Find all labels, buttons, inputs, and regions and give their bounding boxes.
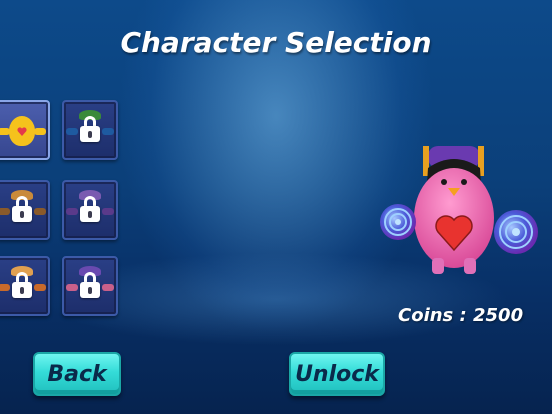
character-slot-yellow[interactable] xyxy=(0,100,50,160)
character-slot-orange[interactable] xyxy=(0,256,50,316)
lock-icon xyxy=(12,196,32,222)
character-slot-pink[interactable] xyxy=(62,256,118,316)
right-orb xyxy=(494,210,538,254)
body xyxy=(414,168,494,268)
lock-icon xyxy=(80,116,100,142)
page-title: Character Selection xyxy=(120,26,432,59)
character-slot-green[interactable] xyxy=(62,100,118,160)
coins-counter: Coins : 2500 xyxy=(398,305,524,326)
unlock-button[interactable]: Unlock xyxy=(289,352,385,396)
back-button[interactable]: Back xyxy=(33,352,121,396)
lock-icon xyxy=(80,196,100,222)
lock-icon xyxy=(12,272,32,298)
character-slot-brown[interactable] xyxy=(0,180,50,240)
character-slot-purple[interactable] xyxy=(62,180,118,240)
left-orb xyxy=(380,204,416,240)
lock-icon xyxy=(80,272,100,298)
character-preview xyxy=(380,146,538,274)
heart-icon xyxy=(17,127,27,136)
